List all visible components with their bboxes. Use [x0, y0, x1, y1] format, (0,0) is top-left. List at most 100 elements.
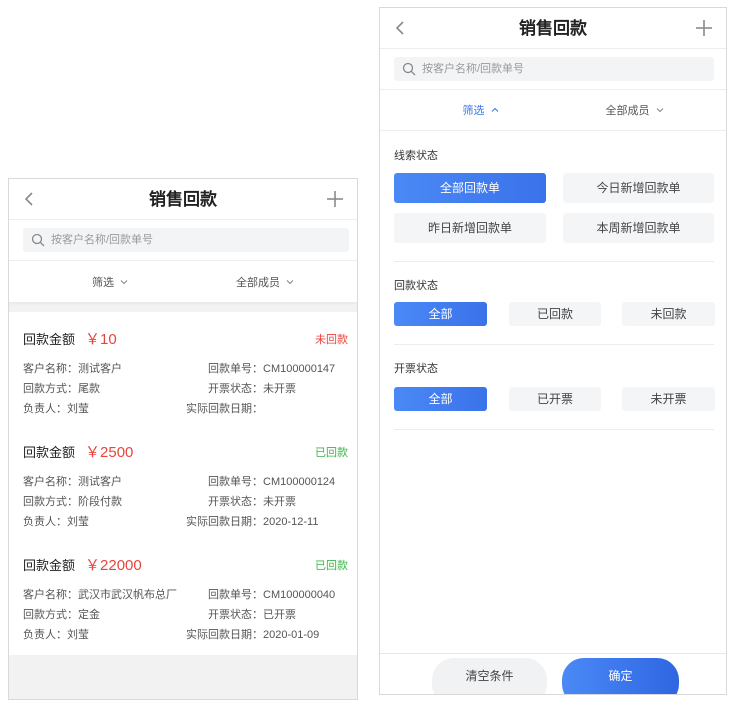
- page-title: 销售回款: [149, 190, 217, 209]
- invoice-field: 开票状态：已开票: [159, 605, 296, 625]
- amount-value: ￥22000: [85, 557, 142, 574]
- filter-bar: 筛选 全部成员: [9, 260, 357, 302]
- members-label: 全部成员: [236, 276, 280, 289]
- customer-value: 测试客户: [78, 363, 122, 375]
- search-input[interactable]: [394, 57, 714, 81]
- invoice-label: 开票状态：: [208, 383, 263, 395]
- record-list: 回款金额 ￥10 未回款 客户名称：测试客户 回款单号：CM100000147 回…: [9, 312, 357, 651]
- date-value: 2020-01-09: [263, 629, 320, 641]
- record-card[interactable]: 回款金额 ￥22000 已回款 客户名称：武汉市武汉帆布总厂 回款单号：CM100…: [9, 538, 357, 651]
- option-payment-all[interactable]: 全部: [394, 302, 487, 326]
- group-title: 回款状态: [394, 280, 438, 292]
- date-field: 实际回款日期：2020-12-11: [159, 512, 318, 532]
- date-field: 实际回款日期：: [159, 399, 263, 419]
- owner-value: 刘莹: [67, 516, 89, 528]
- amount-value: ￥10: [85, 331, 117, 348]
- field-row: 回款方式：尾款 开票状态：未开票: [9, 379, 357, 399]
- plus-icon[interactable]: [325, 189, 345, 209]
- clear-conditions-button[interactable]: 清空条件: [432, 658, 547, 694]
- method-field: 回款方式：尾款: [23, 379, 100, 399]
- invoice-value: 未开票: [263, 383, 296, 395]
- option-added-this-week[interactable]: 本周新增回款单: [563, 213, 714, 243]
- order-no-value: CM100000147: [263, 363, 336, 375]
- option-added-yesterday[interactable]: 昨日新增回款单: [394, 213, 546, 243]
- option-added-today[interactable]: 今日新增回款单: [563, 173, 714, 203]
- status-badge: 已回款: [315, 560, 348, 572]
- order-no-field: 回款单号：CM100000147: [159, 359, 335, 379]
- owner-label: 负责人：: [23, 403, 67, 415]
- option-invoiced[interactable]: 已开票: [509, 387, 601, 411]
- option-unpaid[interactable]: 未回款: [622, 302, 715, 326]
- status-badge: 已回款: [315, 447, 348, 459]
- search-input[interactable]: [23, 228, 349, 252]
- members-dropdown[interactable]: 全部成员: [558, 90, 712, 130]
- date-label: 实际回款日期：: [186, 516, 263, 528]
- option-all-records[interactable]: 全部回款单: [394, 173, 546, 203]
- invoice-value: 已开票: [263, 609, 296, 621]
- customer-label: 客户名称：: [23, 363, 78, 375]
- filter-toggle[interactable]: 筛选: [33, 261, 188, 302]
- record-card[interactable]: 回款金额 ￥10 未回款 客户名称：测试客户 回款单号：CM100000147 回…: [9, 312, 357, 425]
- chevron-down-icon: [655, 105, 665, 115]
- invoice-label: 开票状态：: [208, 609, 263, 621]
- order-no-field: 回款单号：CM100000124: [159, 472, 335, 492]
- field-row: 负责人：刘莹 实际回款日期：: [9, 399, 357, 419]
- date-label: 实际回款日期：: [186, 629, 263, 641]
- members-label: 全部成员: [605, 105, 650, 117]
- order-no-label: 回款单号：: [208, 589, 263, 601]
- order-no-field: 回款单号：CM100000040: [159, 585, 335, 605]
- order-no-value: CM100000040: [263, 589, 336, 601]
- customer-field: 客户名称：武汉市武汉帆布总厂: [23, 585, 177, 605]
- order-no-label: 回款单号：: [208, 476, 263, 488]
- nav-bar: 销售回款: [9, 179, 357, 220]
- field-row: 回款方式：定金 开票状态：已开票: [9, 605, 357, 625]
- confirm-button[interactable]: 确定: [562, 658, 679, 694]
- empty-area: [9, 655, 357, 699]
- field-row: 负责人：刘莹 实际回款日期：2020-01-09: [9, 625, 357, 645]
- search-bar: [394, 57, 714, 81]
- method-label: 回款方式：: [23, 383, 78, 395]
- filter-label: 筛选: [462, 105, 485, 117]
- field-row: 客户名称：测试客户 回款单号：CM100000124: [9, 472, 357, 492]
- divider: [394, 429, 714, 430]
- amount-label: 回款金额: [23, 332, 76, 347]
- chevron-down-icon: [285, 277, 295, 287]
- date-value: 2020-12-11: [263, 516, 319, 528]
- amount-row: 回款金额 ￥2500: [23, 443, 133, 463]
- plus-icon[interactable]: [694, 18, 714, 38]
- option-paid[interactable]: 已回款: [509, 302, 601, 326]
- page-title: 销售回款: [519, 19, 587, 38]
- members-dropdown[interactable]: 全部成员: [188, 261, 343, 302]
- status-badge: 未回款: [315, 334, 348, 346]
- amount-label: 回款金额: [23, 558, 76, 573]
- invoice-label: 开票状态：: [208, 496, 263, 508]
- footer-divider: [380, 653, 726, 654]
- option-invoice-all[interactable]: 全部: [394, 387, 487, 411]
- field-row: 客户名称：武汉市武汉帆布总厂 回款单号：CM100000040: [9, 585, 357, 605]
- method-field: 回款方式：阶段付款: [23, 492, 122, 512]
- record-card[interactable]: 回款金额 ￥2500 已回款 客户名称：测试客户 回款单号：CM100000124…: [9, 425, 357, 538]
- field-row: 客户名称：测试客户 回款单号：CM100000147: [9, 359, 357, 379]
- owner-value: 刘莹: [67, 403, 89, 415]
- filter-bar: 筛选 全部成员: [380, 89, 726, 131]
- option-not-invoiced[interactable]: 未开票: [622, 387, 715, 411]
- search-bar: [23, 228, 349, 252]
- group-title: 开票状态: [394, 363, 438, 375]
- chevron-up-icon: [490, 105, 500, 115]
- filter-toggle[interactable]: 筛选: [404, 90, 558, 130]
- owner-field: 负责人：刘莹: [23, 625, 89, 645]
- filter-screen: 销售回款 筛选 全部成员 线索状态 全部回款单 今日新增回款单 昨日新增回款单 …: [379, 7, 727, 695]
- method-value: 定金: [78, 609, 100, 621]
- customer-value: 测试客户: [78, 476, 122, 488]
- method-value: 阶段付款: [78, 496, 122, 508]
- filter-label: 筛选: [92, 276, 114, 289]
- owner-label: 负责人：: [23, 629, 67, 641]
- date-field: 实际回款日期：2020-01-09: [159, 625, 319, 645]
- owner-field: 负责人：刘莹: [23, 512, 89, 532]
- customer-label: 客户名称：: [23, 476, 78, 488]
- section-gap: [9, 302, 357, 312]
- method-label: 回款方式：: [23, 496, 78, 508]
- invoice-value: 未开票: [263, 496, 296, 508]
- method-field: 回款方式：定金: [23, 605, 100, 625]
- field-row: 回款方式：阶段付款 开票状态：未开票: [9, 492, 357, 512]
